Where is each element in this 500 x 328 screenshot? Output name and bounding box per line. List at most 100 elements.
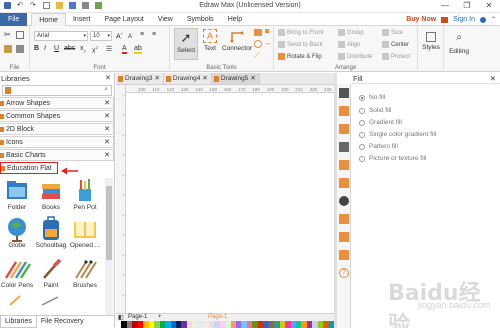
tab-drawing4[interactable]: Drawing4 ✕ [164,73,212,84]
close-icon[interactable]: ✕ [250,73,255,84]
sign-in-link[interactable]: Sign In [453,16,475,23]
close-icon[interactable]: ✕ [104,111,110,122]
add-page-icon[interactable]: + [158,314,162,320]
tab-file-recovery[interactable]: File Recovery [37,316,88,328]
highlight-icon[interactable]: ab [134,45,142,54]
center-button[interactable]: Center [382,41,409,48]
font-name-select[interactable]: Arial ▾ [34,31,88,41]
menu-symbols[interactable]: Symbols [180,13,221,26]
page-icon[interactable] [339,178,349,188]
close-icon[interactable]: ✕ [154,73,159,84]
text-button[interactable]: A Text [200,29,220,52]
library-category-icons[interactable]: Icons ✕ [0,136,114,148]
library-category-education-flat[interactable]: Education Flat [0,162,58,174]
library-category-basic-charts[interactable]: Basic Charts ✕ [0,149,114,161]
protect-button[interactable]: Protect [382,53,410,60]
italic-icon[interactable]: I [44,45,46,52]
library-search-input[interactable]: ⌕ [2,85,112,96]
radio-button[interactable] [359,94,365,101]
curve-tool-icon[interactable]: ∼ [265,40,271,48]
page-nav-icon[interactable]: ◧ [118,314,124,321]
rotate-flip-button[interactable]: Rotate & Flip [278,53,322,60]
select-button[interactable]: ➚ Select [174,28,198,60]
underline-icon[interactable]: U [54,45,59,52]
scrollbar-thumb[interactable] [106,186,112,260]
close-icon[interactable]: ✕ [104,98,110,109]
fill-option-gradient[interactable]: Gradient fill [359,119,402,126]
radio-button[interactable] [359,143,365,150]
paste-icon[interactable] [4,45,12,53]
line-style-icon[interactable] [339,106,349,116]
align-center-icon[interactable]: ≡ [140,31,144,38]
bring-to-front-button[interactable]: Bring to Front [278,29,323,36]
shape-folder[interactable]: Folder [0,178,34,211]
align-left-icon[interactable]: ≡ [152,31,156,38]
fill-tool-icon[interactable] [339,88,349,98]
shape-color-pens[interactable]: Color Pens [0,256,34,289]
shape-pen-pot[interactable]: Pen Pot [68,178,102,211]
cut-icon[interactable]: ✂ [4,31,12,39]
radio-button[interactable] [359,131,365,138]
close-icon[interactable]: ✕ [104,150,110,161]
close-icon[interactable]: ✕ [104,124,110,135]
menu-view[interactable]: View [151,13,180,26]
distribute-button[interactable]: Distribute [338,53,372,60]
ellipse-tool-icon[interactable] [254,40,262,48]
format-painter-icon[interactable] [16,45,24,53]
hyperlink-icon[interactable] [339,214,349,224]
editing-button[interactable]: ⌕ Editing [446,32,472,55]
cart-icon[interactable] [441,16,449,23]
shape-data-icon[interactable] [339,160,349,170]
menu-help[interactable]: Help [221,13,249,26]
tab-drawing5[interactable]: Drawing5 ✕ [211,73,260,84]
tab-drawing3[interactable]: Drawing3 ✕ [116,73,164,84]
shape-brushes[interactable]: Brushes [68,256,102,289]
strikethrough-icon[interactable]: abc [64,45,75,52]
shape-ruler[interactable] [34,294,68,306]
shape-opened-book[interactable]: Opened ... [68,216,102,249]
layer-icon[interactable] [339,196,349,206]
maximize-button[interactable]: ❐ [456,0,478,13]
fill-option-pattern[interactable]: Pattern fill [359,143,398,150]
group-button[interactable]: Group [338,29,364,36]
current-page[interactable]: Page-1 [128,314,147,320]
font-color-icon[interactable]: A [122,45,127,54]
shape-globe[interactable]: Globe [0,216,34,249]
align-button[interactable]: Align [338,41,360,48]
font-size-select[interactable]: 10 ▾ [90,31,112,41]
page-tab[interactable]: Page-1 [208,314,227,320]
line-tool-icon[interactable]: ⟋ [254,51,260,61]
close-icon[interactable]: ✕ [490,73,496,84]
radio-button[interactable] [359,107,365,114]
library-category-common-shapes[interactable]: Common Shapes ✕ [0,110,114,122]
shadow-icon[interactable] [339,124,349,134]
close-icon[interactable]: ✕ [202,73,207,84]
buy-now-link[interactable]: Buy Now [406,16,436,23]
search-icon[interactable]: ⌕ [104,86,108,94]
close-icon[interactable]: ✕ [105,73,111,84]
image-icon[interactable] [339,142,349,152]
close-button[interactable]: ✕ [478,0,500,13]
superscript-icon[interactable]: x2 [92,45,98,54]
copy-icon[interactable] [16,31,24,39]
shape-schoolbag[interactable]: Schoolbag [34,216,68,249]
library-category-arrow-shapes[interactable]: Arrow Shapes ✕ [0,97,114,109]
bullets-icon[interactable]: ☰ [106,45,112,53]
fill-option-picture[interactable]: Picture or texture fill [359,155,426,162]
shape-books[interactable]: Books [34,178,68,211]
shape-paint[interactable]: Paint [34,256,68,289]
attachment-icon[interactable] [339,232,349,242]
radio-button[interactable] [359,119,365,126]
library-category-2d-block[interactable]: 2D Block ✕ [0,123,114,135]
close-icon[interactable]: ✕ [104,137,110,148]
libraries-scrollbar[interactable] [105,178,113,315]
subscript-icon[interactable]: x2 [80,45,86,53]
grow-font-icon[interactable]: A+ [116,31,123,40]
bold-icon[interactable]: B [34,45,39,52]
minimize-ribbon-icon[interactable]: ⌃ [491,16,496,23]
menu-home[interactable]: Home [31,12,66,26]
shrink-font-icon[interactable]: A- [128,31,133,40]
help-icon[interactable]: ? [339,268,349,278]
rectangle-tool-icon[interactable] [254,29,262,36]
comment-icon[interactable] [339,250,349,260]
